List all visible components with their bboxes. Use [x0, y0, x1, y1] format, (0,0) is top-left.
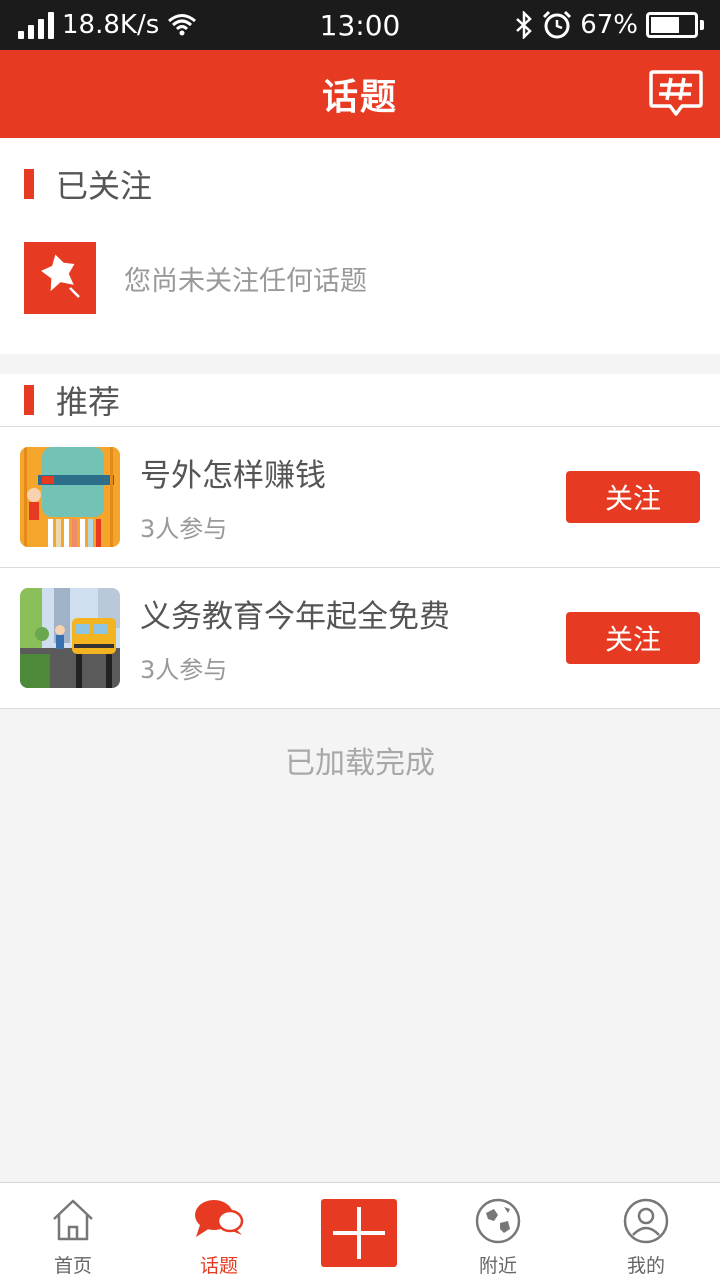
- topic-participants: 3人参与: [140, 656, 228, 684]
- alarm-icon: [543, 10, 572, 39]
- hashtag-comment-icon[interactable]: [648, 68, 704, 120]
- nav-label: 附近: [478, 1255, 517, 1277]
- wifi-icon: [168, 14, 197, 36]
- nav-label: 话题: [199, 1255, 238, 1277]
- topic-info: 义务教育今年起全免费 3人参与: [140, 591, 450, 685]
- topic-thumbnail: [20, 588, 120, 688]
- home-icon: [53, 1199, 93, 1241]
- topic-info: 号外怎样赚钱 3人参与: [140, 450, 326, 544]
- recommend-heading: 推荐: [56, 383, 121, 421]
- bluetooth-icon: [516, 11, 533, 39]
- title-bar: 话题: [0, 50, 720, 138]
- empty-message: 您尚未关注任何话题: [124, 265, 367, 297]
- topic-row[interactable]: 号外怎样赚钱 3人参与 关注: [0, 427, 720, 568]
- page-title: 话题: [321, 77, 398, 118]
- battery-percent: 67%: [580, 10, 638, 40]
- nav-item-me[interactable]: 我的: [574, 1183, 718, 1280]
- plus-icon[interactable]: [321, 1199, 397, 1267]
- globe-icon: [475, 1198, 521, 1244]
- list-status: 已加载完成: [285, 746, 435, 781]
- topic-row[interactable]: 义务教育今年起全免费 3人参与 关注: [0, 568, 720, 709]
- recommend-section: 推荐 号外怎样赚钱 3人参与 关注 义务教育今年起全免费 3人参与 关注: [0, 374, 720, 709]
- nav-item-home[interactable]: 首页: [1, 1183, 145, 1280]
- topic-title: 号外怎样赚钱: [140, 458, 326, 494]
- nav-item-topics[interactable]: 话题: [147, 1183, 291, 1280]
- nav-item-nearby[interactable]: 附近: [426, 1183, 570, 1280]
- nav-label: 首页: [53, 1255, 92, 1277]
- signal-icon: [18, 11, 54, 39]
- net-speed: 18.8K/s: [62, 10, 160, 40]
- topic-participants: 3人参与: [140, 515, 228, 543]
- bottom-nav: 首页 话题 附近 我的: [0, 1182, 720, 1280]
- followed-section: 已关注 您尚未关注任何话题: [0, 138, 720, 354]
- status-left: 18.8K/s: [18, 10, 197, 40]
- recommend-header: 推荐: [0, 374, 720, 427]
- battery-icon: [646, 12, 704, 38]
- chat-bubbles-icon: [195, 1200, 244, 1237]
- nav-label: 我的: [626, 1255, 665, 1277]
- followed-heading: 已关注: [56, 167, 153, 205]
- user-icon: [623, 1198, 669, 1244]
- section-marker: [24, 169, 34, 199]
- follow-button[interactable]: 关注: [566, 471, 700, 523]
- follow-button[interactable]: 关注: [566, 612, 700, 664]
- section-marker: [24, 385, 34, 415]
- status-right: 67%: [514, 10, 704, 40]
- topic-thumbnail: [20, 447, 120, 547]
- followed-header: 已关注: [0, 138, 720, 230]
- status-bar: 18.8K/s 13:00 67%: [0, 0, 720, 50]
- topic-title: 义务教育今年起全免费: [140, 599, 450, 635]
- broken-star-icon: [24, 242, 96, 314]
- followed-empty-state: 您尚未关注任何话题: [0, 242, 720, 314]
